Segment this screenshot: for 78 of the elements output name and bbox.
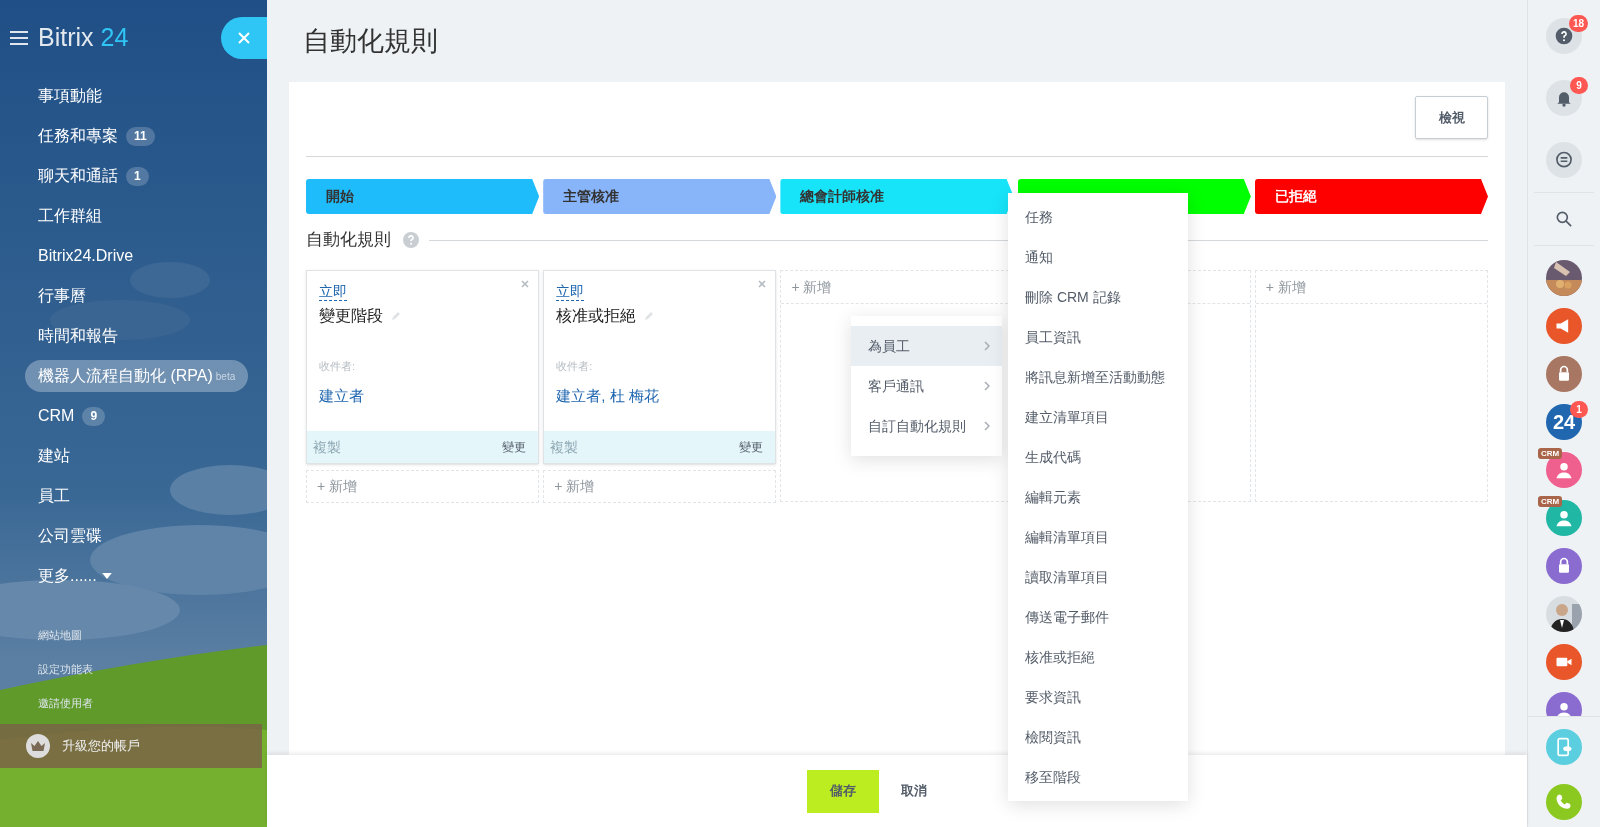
help-button[interactable]: [1546, 18, 1582, 54]
crown-icon: [26, 734, 50, 758]
change-button[interactable]: 變更: [739, 438, 764, 456]
chevron-icon: [984, 381, 990, 391]
cancel-button[interactable]: 取消: [891, 769, 937, 813]
rule-card[interactable]: 立即 核准或拒絕 收件者: 建立者, 杜 梅花 複製 變更: [543, 270, 777, 464]
logo: Bitrix 24: [38, 21, 129, 53]
change-button[interactable]: 變更: [502, 438, 527, 456]
counter-badge: 9: [82, 406, 106, 426]
video-button[interactable]: [1546, 644, 1582, 680]
chat-button[interactable]: [1546, 142, 1582, 178]
sidebar-item[interactable]: 工作群組: [25, 200, 115, 232]
counter-badge: 11: [126, 126, 155, 146]
menu-item[interactable]: 傳送電子郵件: [1008, 597, 1188, 637]
stage-bar: 主管核准: [543, 179, 777, 214]
rule-name: 核准或拒絕: [556, 306, 637, 326]
menu-icon[interactable]: [10, 30, 28, 45]
timing-link[interactable]: 立即: [319, 283, 347, 301]
menu-item[interactable]: 移至階段: [1008, 757, 1188, 797]
sidebar-item[interactable]: 行事曆: [25, 280, 99, 312]
stage-bar: 總會計師核准: [780, 179, 1014, 214]
stage-bar: 開始: [306, 179, 540, 214]
rule-name: 變更階段: [319, 306, 383, 326]
counter-badge: 1: [126, 166, 149, 186]
sidebar-item[interactable]: Bitrix24.Drive: [25, 240, 147, 272]
menu-item[interactable]: 生成代碼: [1008, 437, 1188, 477]
sidebar-item[interactable]: 公司雲碟: [25, 520, 115, 552]
section-title: 自動化規則: [306, 229, 391, 252]
menu-item[interactable]: 核准或拒絕: [1008, 637, 1188, 677]
chat-icon: [1554, 150, 1574, 170]
user-icon: [1554, 460, 1574, 480]
recipients-text: 建立者: [319, 385, 365, 406]
menu-item[interactable]: 要求資訊: [1008, 677, 1188, 717]
sidebar-item[interactable]: 時間和報告: [25, 320, 131, 352]
search-icon: [1554, 209, 1574, 229]
menu-item[interactable]: 自訂自動化規則: [851, 406, 1002, 446]
bell-button[interactable]: [1546, 80, 1582, 116]
chevron-icon: [984, 341, 990, 351]
stage-bar: 已拒絕: [1254, 179, 1488, 214]
question-icon: [1554, 26, 1574, 46]
counter-badge: 9: [1570, 77, 1588, 94]
sidebar-item[interactable]: 建站: [25, 440, 83, 472]
megaphone-button[interactable]: [1546, 308, 1582, 344]
sidebar-item[interactable]: 事項動能: [25, 80, 115, 112]
menu-item[interactable]: 客戶通訊: [851, 366, 1002, 406]
sidebar-item[interactable]: CRM 9: [25, 400, 119, 432]
view-button[interactable]: 檢視: [1415, 96, 1488, 139]
user-icon: [1554, 508, 1574, 528]
mobile-cloud-icon: [1554, 737, 1574, 757]
sidebar-item[interactable]: 更多......: [25, 560, 125, 592]
menu-item[interactable]: 編輯元素: [1008, 477, 1188, 517]
sidebar-item[interactable]: 任務和專案 11: [25, 120, 168, 152]
save-button[interactable]: 儲存: [807, 769, 879, 813]
chevron-icon: [984, 421, 990, 431]
close-icon: [238, 31, 250, 44]
lock-button[interactable]: [1546, 548, 1582, 584]
menu-item[interactable]: 員工資訊: [1008, 317, 1188, 357]
menu-item[interactable]: 將訊息新增至活動動態: [1008, 357, 1188, 397]
crm-tag: CRM: [1538, 496, 1563, 507]
upgrade-button[interactable]: 升級您的帳戶: [0, 724, 262, 768]
page-title: 自動化規則: [303, 24, 438, 58]
sidebar-item[interactable]: 員工: [25, 480, 83, 512]
person-button[interactable]: [1546, 596, 1582, 632]
recipients-label: 收件者:: [319, 359, 357, 374]
crm-tag: CRM: [1538, 448, 1563, 459]
timing-link[interactable]: 立即: [556, 283, 585, 301]
lock-button[interactable]: [1546, 356, 1582, 392]
rule-card[interactable]: 立即 變更階段 收件者: 建立者 複製 變更: [306, 270, 540, 464]
menu-item[interactable]: 建立清單項目: [1008, 397, 1188, 437]
photo-button[interactable]: [1546, 260, 1582, 296]
beta-tag: beta: [215, 368, 236, 384]
recipients-text: 建立者, 杜 梅花: [556, 385, 660, 406]
sidebar-item[interactable]: 聊天和通話 1: [25, 160, 162, 192]
menu-item[interactable]: 讀取清單項目: [1008, 557, 1188, 597]
menu-item[interactable]: 為員工: [851, 326, 1002, 366]
menu-item[interactable]: 檢閱資訊: [1008, 717, 1188, 757]
recipients-label: 收件者:: [556, 359, 594, 374]
menu-item[interactable]: 編輯清單項目: [1008, 517, 1188, 557]
